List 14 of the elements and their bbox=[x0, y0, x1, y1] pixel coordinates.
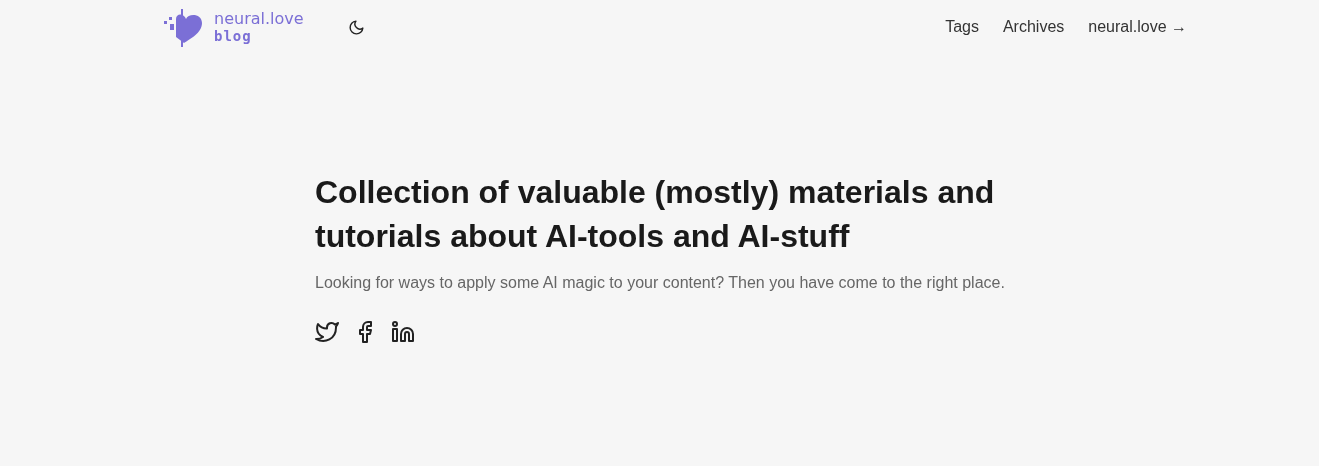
logo-name: neural.love bbox=[214, 11, 304, 27]
logo-subtitle: blog bbox=[214, 29, 253, 43]
twitter-icon bbox=[315, 320, 339, 344]
social-link[interactable] bbox=[315, 320, 339, 344]
nav-link[interactable]: Tags bbox=[945, 18, 979, 36]
social-link[interactable] bbox=[391, 320, 415, 344]
page-subtitle: Looking for ways to apply some AI magic to your content? Then you have come to the right place. bbox=[315, 274, 1006, 292]
nav-link[interactable]: Archives bbox=[1002, 18, 1065, 36]
page-title: Collection of valuable (mostly) materials and tutorials about AI-tools and AI-stuff bbox=[315, 173, 996, 256]
moon-icon bbox=[347, 18, 365, 36]
theme-toggle-button[interactable] bbox=[347, 18, 365, 36]
blog-logo[interactable]: neural.love blog bbox=[162, 7, 304, 47]
nav-link[interactable]: neural.love → bbox=[1088, 18, 1187, 36]
linkedin-icon bbox=[391, 320, 415, 344]
